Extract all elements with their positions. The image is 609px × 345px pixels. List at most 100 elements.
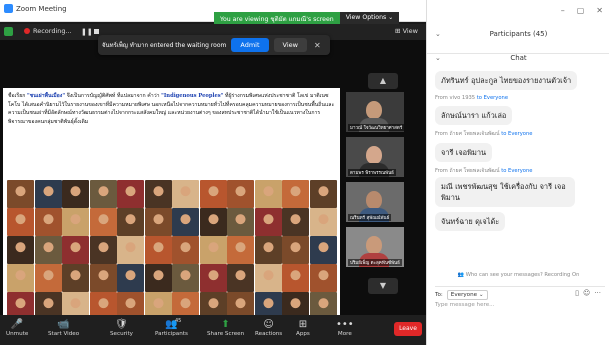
- apps-label: Apps: [296, 331, 310, 337]
- smiley-icon: ☺: [263, 319, 274, 330]
- chat-input-actions: ▯ ☺ ···: [575, 289, 601, 297]
- chat-message[interactable]: ภัทรินทร์ อุปละกูล ไทยของรายงานตัวเจ้า: [435, 71, 578, 90]
- collage-photo: [144, 208, 172, 236]
- minimize-icon[interactable]: –: [561, 6, 565, 15]
- chat-message[interactable]: จันทร์ฉาย ดุเจได้ะ: [435, 212, 506, 231]
- apps-grid-icon: ⊞: [298, 319, 308, 330]
- app-title-text: Zoom Meeting: [16, 4, 67, 13]
- collage-photo: [172, 236, 199, 264]
- collage-photo: [89, 264, 117, 292]
- chat-message[interactable]: ลักษณ์นารา แก้วเล่อ: [435, 106, 513, 125]
- slide-term-english: "Indigenous Peoples": [161, 93, 224, 99]
- collage-photo: [282, 236, 309, 264]
- stop-recording-icon[interactable]: [94, 29, 99, 34]
- video-tile[interactable]: มาวณ์ ใจวัฒนวิทยาศาสตร์: [346, 92, 404, 132]
- sender-name: From ถ้ายศ โพธพลเจ้นพัฒน์: [435, 168, 500, 174]
- start-video-button[interactable]: 📹 Start Video: [48, 318, 79, 337]
- collage-photo: [34, 264, 62, 292]
- video-tile[interactable]: ณรินทร์ สุพัณณ์พันธ์: [346, 182, 404, 222]
- message-sender: From ถ้ายศ โพธพลเจ้นพัฒน์ to Everyone: [435, 130, 605, 138]
- chat-message[interactable]: มณี เพชรพัฒนสุข ใช้เครื่องกับ จารี เจอพิ…: [435, 177, 575, 207]
- close-window-icon[interactable]: ✕: [596, 6, 603, 15]
- more-button[interactable]: ••• More: [336, 318, 354, 337]
- collage-photo: [254, 236, 282, 264]
- shared-slide: ชื่อเรียก "ชนเผ่าพื้นเมือง" จึงเป็นการบั…: [3, 88, 340, 323]
- more-icon[interactable]: ···: [594, 289, 601, 297]
- collage-photo: [172, 208, 199, 236]
- recipient-dropdown[interactable]: Everyone ⌄: [446, 290, 488, 300]
- who-can-see-text: Who can see your messages? Recording On: [465, 272, 580, 278]
- slide-text: ชื่อเรียก "ชนเผ่าพื้นเมือง" จึงเป็นการบั…: [8, 92, 336, 178]
- people-icon: 👥: [165, 319, 178, 330]
- meeting-toolbar: 🎤 Unmute 📹 Start Video 🛡 Security 👥 45 Participa…: [0, 315, 426, 345]
- message-input[interactable]: Type message here...: [435, 302, 605, 330]
- chat-message[interactable]: จารี เจอพิมาน: [435, 143, 493, 162]
- more-label: More: [337, 331, 352, 337]
- recording-indicator: Recording...: [24, 27, 72, 35]
- video-tile[interactable]: ปริมย์เพ็ญ ตะลุคฟันซ์พันธ์: [346, 227, 404, 267]
- collage-photo: [282, 264, 309, 292]
- collage-photo: [7, 180, 34, 208]
- chevron-down-icon[interactable]: ⌄: [435, 54, 441, 62]
- leave-button[interactable]: Leave: [394, 322, 422, 336]
- participants-button[interactable]: 👥 45 Participants: [155, 318, 188, 337]
- collage-photo: [227, 236, 254, 264]
- collage-photo: [309, 180, 337, 208]
- collage-photo: [199, 264, 227, 292]
- viewing-status: You are viewing ชุติมัต แกมณี's screen: [214, 12, 340, 24]
- collage-photo: [89, 236, 117, 264]
- participants-header[interactable]: ⌄ Participants (45): [427, 30, 609, 38]
- chat-visibility-notice[interactable]: 👥 Who can see your messages? Recording O…: [427, 272, 609, 278]
- participant-count-badge: 45: [175, 318, 182, 324]
- view-menu-button[interactable]: ⊞ View: [395, 27, 418, 35]
- collage-photo: [7, 236, 34, 264]
- security-button[interactable]: 🛡 Security: [110, 318, 133, 337]
- share-screen-label: Share Screen: [207, 331, 245, 337]
- unmute-button[interactable]: 🎤 Unmute: [6, 318, 28, 337]
- collage-photo: [62, 236, 89, 264]
- participants-title: Participants (45): [489, 30, 548, 38]
- app-title: Zoom Meeting: [4, 4, 67, 13]
- collage-photo: [117, 180, 144, 208]
- pause-recording-icon[interactable]: ❚❚: [81, 28, 93, 36]
- waiting-view-button[interactable]: View: [273, 38, 307, 52]
- screen-share-banner: You are viewing ชุติมัต แกมณี's screen V…: [214, 12, 400, 24]
- collage-photo: [254, 180, 282, 208]
- collage-photo: [89, 180, 117, 208]
- admit-button[interactable]: Admit: [231, 38, 269, 52]
- zoom-logo-icon: [4, 4, 13, 13]
- slide-term-thai: "ชนเผ่าพื้นเมือง": [27, 93, 66, 99]
- chevron-down-icon[interactable]: ⌄: [435, 30, 441, 38]
- maximize-icon[interactable]: ▢: [577, 6, 585, 15]
- reactions-button[interactable]: ☺ Reactions: [255, 318, 282, 337]
- divider: [435, 286, 605, 287]
- participants-label: Participants: [155, 331, 188, 337]
- file-icon[interactable]: ▯: [575, 289, 579, 297]
- collage-photo: [117, 264, 144, 292]
- waiting-room-message: จันทร์เพ็ญ ทำมาก entered the waiting roo…: [102, 42, 227, 49]
- people-icon: 👥: [457, 272, 465, 278]
- collage-photo: [144, 264, 172, 292]
- sender-name: From vivo 1935: [435, 95, 476, 101]
- collage-photo: [282, 208, 309, 236]
- video-tile[interactable]: ตามพร พิราพรรณพันธ์: [346, 137, 404, 177]
- apps-button[interactable]: ⊞ Apps: [296, 318, 310, 337]
- participant-name: ณรินทร์ สุพัณณ์พันธ์: [348, 214, 392, 221]
- participant-face: [366, 236, 382, 254]
- collage-photo: [199, 208, 227, 236]
- collage-photo: [117, 236, 144, 264]
- participant-face: [366, 191, 382, 209]
- share-screen-button[interactable]: ⬆ Share Screen: [207, 318, 244, 337]
- collage-photo: [117, 208, 144, 236]
- encryption-shield-icon[interactable]: [4, 27, 13, 36]
- view-options-button[interactable]: View Options ⌄: [339, 12, 400, 24]
- collage-photo: [34, 180, 62, 208]
- emoji-icon[interactable]: ☺: [583, 289, 590, 297]
- recipient: to Everyone: [501, 131, 533, 137]
- waiting-room-notification: จันทร์เพ็ญ ทำมาก entered the waiting roo…: [98, 35, 330, 55]
- window-controls: – ▢ ✕: [561, 6, 603, 15]
- chat-header[interactable]: ⌄ Chat: [427, 53, 609, 62]
- close-icon[interactable]: ✕: [314, 41, 321, 50]
- collage-photo: [227, 180, 254, 208]
- view-menu-label: View: [402, 27, 418, 35]
